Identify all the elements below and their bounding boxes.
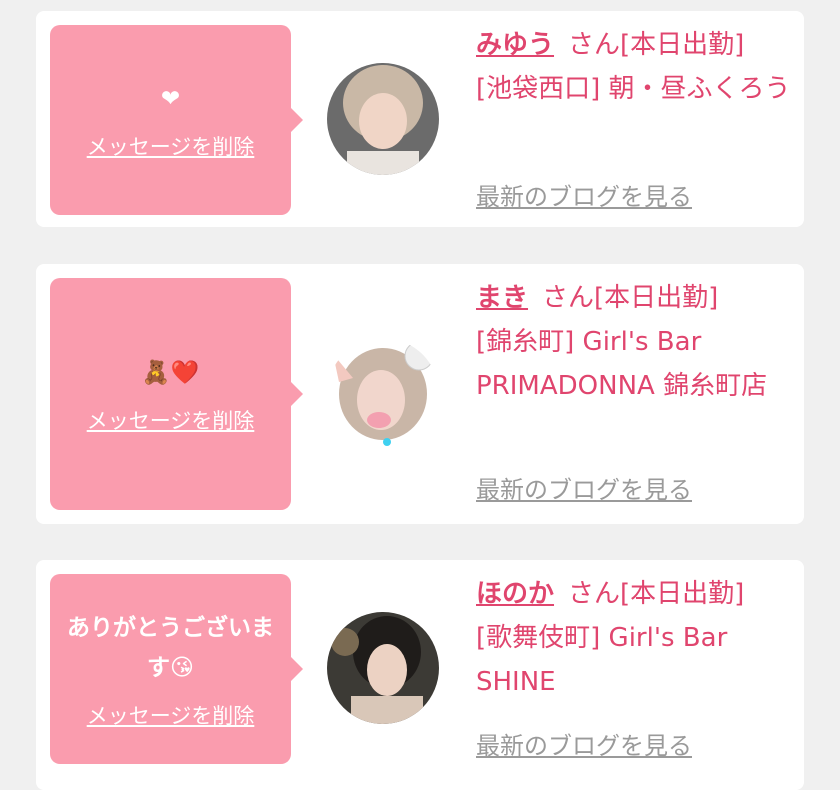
delete-message-link[interactable]: メッセージを削除: [87, 131, 255, 161]
name-suffix: さん[本日出勤]: [568, 30, 745, 60]
message-card: ありがとうございます😘 メッセージを削除 ほのか さん[本日出勤] [歌舞伎町] …: [36, 560, 804, 790]
girl-info: まき さん[本日出勤] [錦糸町] Girl's Bar PRIMADONNA 錦…: [476, 276, 794, 408]
message-text: 🧸❤️: [141, 360, 200, 386]
message-text: ❤: [160, 86, 181, 112]
name-suffix: さん[本日出勤]: [542, 283, 719, 313]
girl-info: みゆう さん[本日出勤] [池袋西口] 朝・昼ふくろう: [476, 23, 794, 111]
message-card: ❤ メッセージを削除 みゆう さん[本日出勤] [池袋西口] 朝・昼ふくろう 最新…: [36, 11, 804, 227]
store-text: [錦糸町] Girl's Bar PRIMADONNA 錦糸町店: [476, 327, 768, 401]
delete-message-link[interactable]: メッセージを削除: [87, 700, 255, 730]
girl-name-link[interactable]: ほのか: [476, 579, 554, 609]
delete-message-link[interactable]: メッセージを削除: [87, 405, 255, 435]
store-text: [歌舞伎町] Girl's Bar SHINE: [476, 623, 728, 697]
girl-name-link[interactable]: みゆう: [476, 30, 554, 60]
message-bubble: 🧸❤️ メッセージを削除: [50, 278, 303, 510]
name-suffix: さん[本日出勤]: [568, 579, 745, 609]
message-card: 🧸❤️ メッセージを削除 まき さん[本日出勤] [錦糸町] Girl's Bar…: [36, 264, 804, 524]
blog-link[interactable]: 最新のブログを見る: [476, 726, 692, 761]
message-bubble: ありがとうございます😘 メッセージを削除: [50, 574, 303, 764]
girl-name-link[interactable]: まき: [476, 283, 528, 313]
message-bubble: ❤ メッセージを削除: [50, 25, 303, 215]
blog-link[interactable]: 最新のブログを見る: [476, 470, 692, 505]
girl-info: ほのか さん[本日出勤] [歌舞伎町] Girl's Bar SHINE: [476, 572, 794, 704]
avatar[interactable]: [327, 338, 439, 450]
avatar[interactable]: [327, 63, 439, 175]
message-text: ありがとうございます😘: [67, 615, 274, 681]
store-text: [池袋西口] 朝・昼ふくろう: [476, 74, 791, 104]
blog-link[interactable]: 最新のブログを見る: [476, 177, 692, 212]
avatar[interactable]: [327, 612, 439, 724]
